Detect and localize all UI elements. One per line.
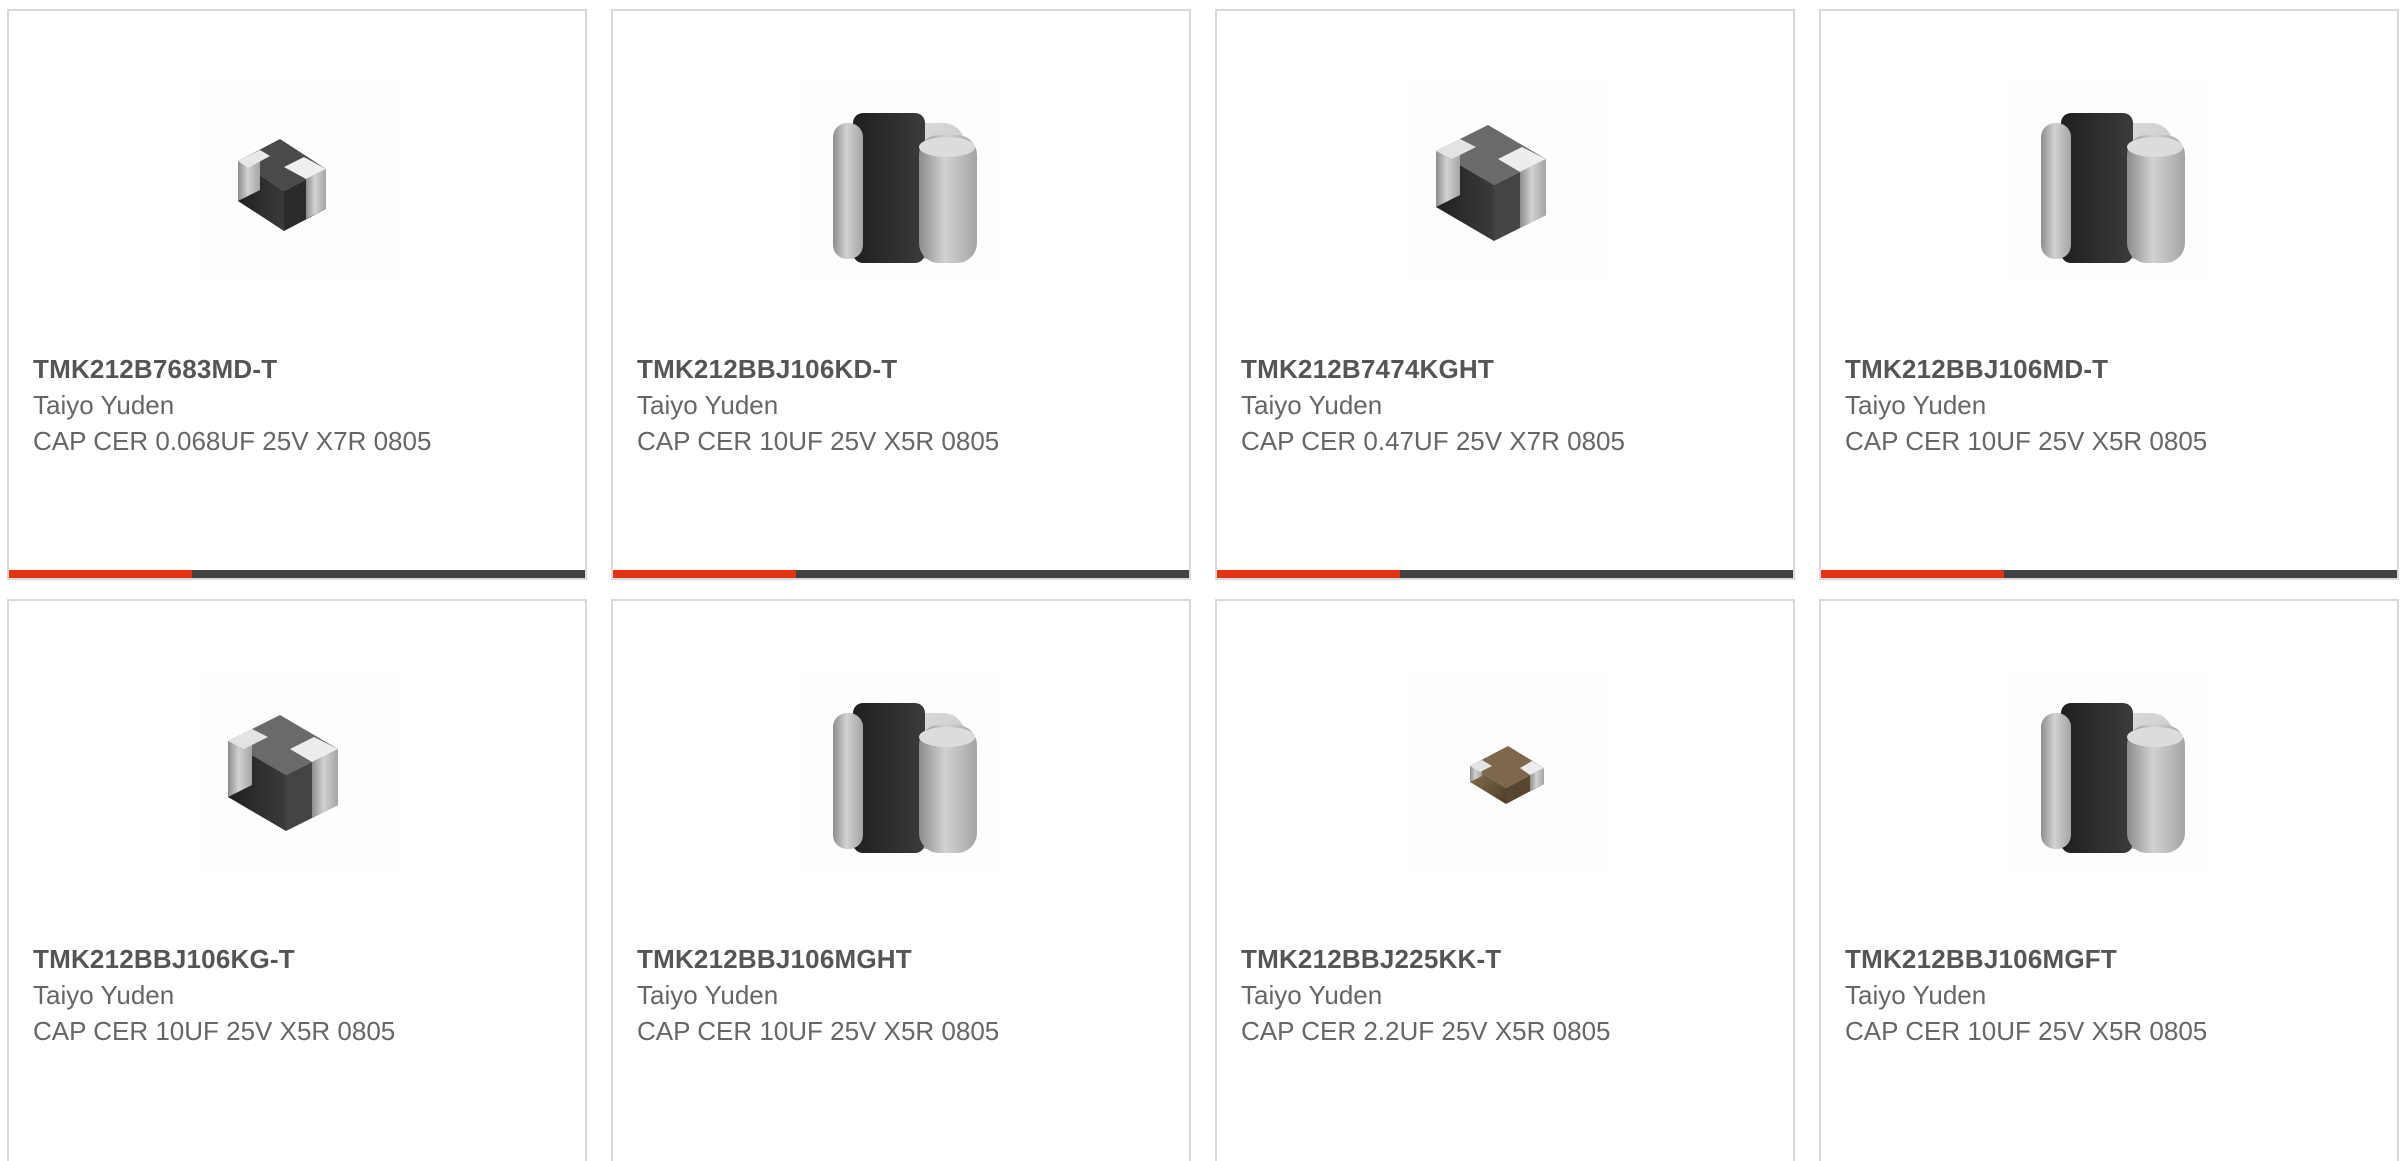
description-text: CAP CER 10UF 25V X5R 0805 [637,1016,1000,1046]
part-number-link[interactable]: TMK212BBJ106MGFT [1845,941,2375,977]
card-bottom-bar [613,570,1189,578]
manufacturer-label: Taiyo Yuden [637,390,779,420]
capacitor-chip-icon[interactable] [802,81,1002,281]
part-number-link[interactable]: TMK212BBJ106MD-T [1845,351,2375,387]
manufacturer-label: Taiyo Yuden [1845,390,1987,420]
product-grid: TMK212B7683MD-T Taiyo Yuden CAP CER 0.06… [0,0,2400,1161]
card-accent-bar [1217,570,1400,578]
capacitor-chip-icon[interactable] [2010,81,2210,281]
part-number-link[interactable]: TMK212B7474KGHT [1241,351,1771,387]
description-text: CAP CER 10UF 25V X5R 0805 [637,426,1000,456]
product-card[interactable]: TMK212B7474KGHT Taiyo Yuden CAP CER 0.47… [1215,9,1795,580]
product-card[interactable]: TMK212BBJ106KG-T Taiyo Yuden CAP CER 10U… [7,599,587,1161]
manufacturer-label: Taiyo Yuden [1241,980,1383,1010]
part-number-link[interactable]: TMK212BBJ106KD-T [637,351,1167,387]
card-accent-bar [1821,570,2004,578]
description-text: CAP CER 2.2UF 25V X5R 0805 [1241,1016,1611,1046]
product-card[interactable]: TMK212BBJ225KK-T Taiyo Yuden CAP CER 2.2… [1215,599,1795,1161]
description-text: CAP CER 10UF 25V X5R 0805 [33,1016,396,1046]
part-number-link[interactable]: TMK212BBJ106MGHT [637,941,1167,977]
manufacturer-label: Taiyo Yuden [637,980,779,1010]
card-accent-bar [613,570,796,578]
capacitor-chip-icon[interactable] [198,81,398,281]
description-text: CAP CER 0.068UF 25V X7R 0805 [33,426,432,456]
product-card[interactable]: TMK212BBJ106KD-T Taiyo Yuden CAP CER 10U… [611,9,1191,580]
part-number-link[interactable]: TMK212BBJ225KK-T [1241,941,1771,977]
card-bottom-bar [1821,570,2397,578]
capacitor-chip-icon[interactable] [2010,671,2210,871]
manufacturer-label: Taiyo Yuden [1845,980,1987,1010]
card-bottom-bar [9,570,585,578]
product-card[interactable]: TMK212BBJ106MGHT Taiyo Yuden CAP CER 10U… [611,599,1191,1161]
part-number-link[interactable]: TMK212BBJ106KG-T [33,941,563,977]
product-card[interactable]: TMK212BBJ106MD-T Taiyo Yuden CAP CER 10U… [1819,9,2399,580]
description-text: CAP CER 10UF 25V X5R 0805 [1845,426,2208,456]
capacitor-chip-icon[interactable] [802,671,1002,871]
product-card[interactable]: TMK212B7683MD-T Taiyo Yuden CAP CER 0.06… [7,9,587,580]
part-number-link[interactable]: TMK212B7683MD-T [33,351,563,387]
capacitor-chip-icon[interactable] [1406,81,1606,281]
description-text: CAP CER 10UF 25V X5R 0805 [1845,1016,2208,1046]
capacitor-chip-icon[interactable] [198,671,398,871]
manufacturer-label: Taiyo Yuden [33,980,175,1010]
card-bottom-bar [1217,570,1793,578]
product-card[interactable]: TMK212BBJ106MGFT Taiyo Yuden CAP CER 10U… [1819,599,2399,1161]
capacitor-chip-brown-icon[interactable] [1406,671,1606,871]
card-accent-bar [9,570,192,578]
manufacturer-label: Taiyo Yuden [33,390,175,420]
manufacturer-label: Taiyo Yuden [1241,390,1383,420]
description-text: CAP CER 0.47UF 25V X7R 0805 [1241,426,1625,456]
